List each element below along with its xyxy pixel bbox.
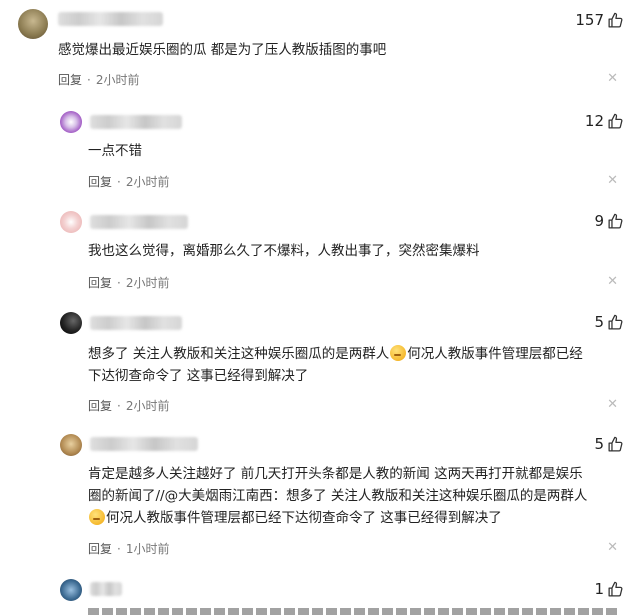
like-count: 9 — [594, 212, 604, 230]
timestamp: 2小时前 — [95, 73, 140, 87]
like-count: 5 — [594, 313, 604, 331]
like-button[interactable]: 157 — [575, 11, 624, 29]
sad-face-emoji-icon — [390, 345, 407, 361]
close-icon[interactable]: ✕ — [607, 71, 618, 86]
timestamp: 2小时前 — [125, 399, 170, 413]
comment-6: 1 — [0, 570, 640, 615]
reply-button[interactable]: 回复 — [88, 173, 112, 190]
close-icon[interactable]: ✕ — [607, 397, 618, 412]
sad-face-emoji-icon — [89, 509, 105, 525]
separator-dot: · — [87, 72, 91, 87]
timestamp: 2小时前 — [125, 276, 170, 290]
username-blurred[interactable] — [90, 316, 182, 330]
avatar[interactable] — [60, 579, 82, 601]
comment-meta: 回复 · 2小时前 — [88, 274, 169, 291]
avatar[interactable] — [18, 9, 48, 39]
reply-button[interactable]: 回复 — [88, 397, 112, 414]
thumbs-up-icon — [608, 12, 623, 28]
comment-text-line: 何况人教版事件管理层都已经下达彻查命令了 这事已经得到解决了 — [106, 510, 502, 526]
avatar[interactable] — [60, 211, 82, 233]
username-blurred[interactable] — [90, 115, 182, 129]
separator-dot: · — [117, 174, 121, 189]
separator-dot: · — [117, 275, 121, 290]
comment-text: 感觉爆出最近娱乐圈的瓜 都是为了压人教版插图的事吧 — [58, 42, 387, 58]
comment-1: 157 感觉爆出最近娱乐圈的瓜 都是为了压人教版插图的事吧 回复 · 2小时前 … — [0, 0, 640, 95]
avatar[interactable] — [60, 434, 82, 456]
close-icon[interactable]: ✕ — [607, 540, 618, 555]
like-button[interactable]: 9 — [594, 212, 624, 230]
like-button[interactable]: 5 — [594, 313, 624, 331]
comment-text-part: 想多了 关注人教版和关注这种娱乐圈瓜的是两群人 — [88, 346, 390, 362]
comment-4: 5 想多了 关注人教版和关注这种娱乐圈瓜的是两群人 何况人教版事件管理层都已经 下… — [0, 300, 640, 425]
timestamp: 1小时前 — [125, 542, 170, 556]
close-icon[interactable]: ✕ — [607, 173, 618, 188]
timestamp: 2小时前 — [125, 175, 170, 189]
comment-2: 12 一点不错 回复 · 2小时前 ✕ — [0, 100, 640, 195]
comment-3: 9 我也这么觉得，离婚那么久了不爆料，人教出事了，突然密集爆料 回复 · 2小时… — [0, 200, 640, 300]
reply-button[interactable]: 回复 — [88, 274, 112, 291]
avatar[interactable] — [60, 111, 82, 133]
like-count: 5 — [594, 435, 604, 453]
thumbs-up-icon — [608, 581, 623, 597]
comment-text-part: 下达彻查命令了 这事已经得到解决了 — [88, 368, 309, 384]
comment-meta: 回复 · 2小时前 — [58, 71, 139, 88]
username-blurred[interactable] — [90, 582, 122, 596]
like-button[interactable]: 1 — [594, 580, 624, 598]
comment-text-part: 何况人教版事件管理层都已经 — [407, 346, 583, 362]
thumbs-up-icon — [608, 436, 623, 452]
username-blurred[interactable] — [58, 12, 163, 26]
comment-text: 肯定是越多人关注越好了 前几天打开头条都是人教的新闻 这两天再打开就都是娱乐 圈… — [88, 463, 628, 529]
comment-meta: 回复 · 1小时前 — [88, 540, 169, 557]
comment-text-line: 圈的新闻了//@大美烟雨江南西：想多了 关注人教版和关注这种娱乐圈瓜的是两群人 — [88, 488, 588, 504]
comment-text: 一点不错 — [88, 143, 142, 159]
reply-button[interactable]: 回复 — [88, 540, 112, 557]
comment-text: 想多了 关注人教版和关注这种娱乐圈瓜的是两群人 何况人教版事件管理层都已经 下达彻… — [88, 343, 623, 387]
comment-text-cutoff — [88, 608, 618, 615]
avatar[interactable] — [60, 312, 82, 334]
reply-button[interactable]: 回复 — [58, 71, 82, 88]
comment-text: 我也这么觉得，离婚那么久了不爆料，人教出事了，突然密集爆料 — [88, 243, 480, 259]
comment-meta: 回复 · 2小时前 — [88, 397, 169, 414]
like-button[interactable]: 5 — [594, 435, 624, 453]
username-blurred[interactable] — [90, 437, 198, 451]
like-count: 157 — [575, 11, 604, 29]
separator-dot: · — [117, 541, 121, 556]
like-count: 12 — [584, 112, 604, 130]
close-icon[interactable]: ✕ — [607, 274, 618, 289]
like-button[interactable]: 12 — [585, 112, 624, 130]
comment-5: 5 肯定是越多人关注越好了 前几天打开头条都是人教的新闻 这两天再打开就都是娱乐… — [0, 425, 640, 570]
username-blurred[interactable] — [90, 215, 188, 229]
thumbs-up-icon — [608, 113, 623, 129]
comment-text-line: 肯定是越多人关注越好了 前几天打开头条都是人教的新闻 这两天再打开就都是娱乐 — [88, 466, 583, 482]
like-count: 1 — [594, 580, 604, 598]
comment-meta: 回复 · 2小时前 — [88, 173, 169, 190]
thumbs-up-icon — [608, 213, 623, 229]
thumbs-up-icon — [608, 314, 623, 330]
separator-dot: · — [117, 398, 121, 413]
